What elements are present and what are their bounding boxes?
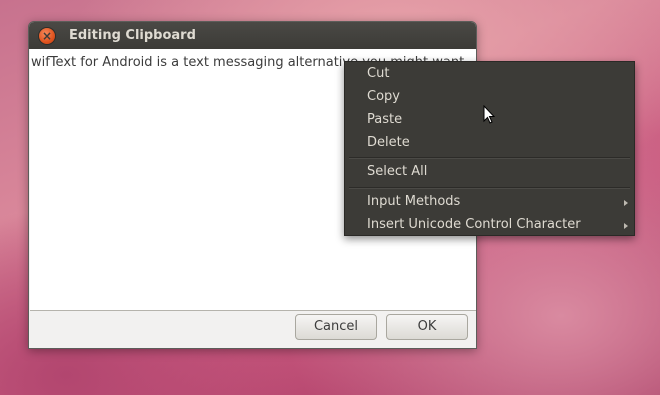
- menu-separator: [349, 187, 630, 189]
- menu-item-cut[interactable]: Cut: [367, 66, 389, 81]
- mouse-pointer-icon: [483, 105, 495, 124]
- menu-item-delete[interactable]: Delete: [367, 135, 410, 150]
- menu-item-paste[interactable]: Paste: [367, 112, 402, 127]
- context-menu: Cut Copy Paste Delete Select All Input M…: [344, 61, 635, 236]
- ok-button[interactable]: OK: [386, 314, 468, 340]
- close-icon[interactable]: ×: [39, 27, 55, 44]
- menu-item-select-all[interactable]: Select All: [367, 164, 427, 179]
- menu-item-insert-unicode[interactable]: Insert Unicode Control Character: [367, 217, 581, 232]
- menu-item-input-methods[interactable]: Input Methods: [367, 194, 460, 209]
- submenu-arrow-icon: [624, 223, 628, 229]
- submenu-arrow-icon: [624, 200, 628, 206]
- menu-separator: [349, 157, 630, 159]
- title-bar[interactable]: × Editing Clipboard: [29, 22, 476, 49]
- window-title: Editing Clipboard: [69, 28, 196, 43]
- cancel-button[interactable]: Cancel: [295, 314, 377, 340]
- menu-item-copy[interactable]: Copy: [367, 89, 400, 104]
